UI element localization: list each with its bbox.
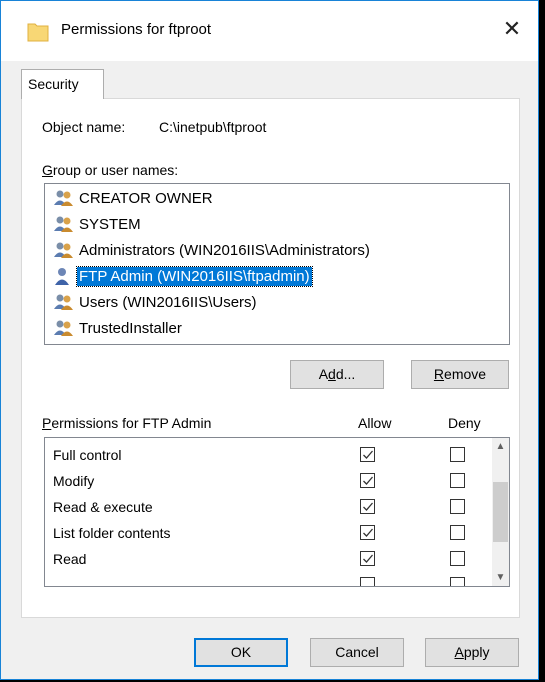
user-item-users[interactable]: Users (WIN2016IIS\Users): [53, 290, 259, 314]
permissions-label: Permissions for FTP Admin: [42, 415, 212, 431]
deny-checkbox[interactable]: [450, 525, 465, 540]
title-bar: Permissions for ftproot ✕: [1, 1, 538, 61]
deny-checkbox[interactable]: [450, 551, 465, 566]
group-icon: [54, 294, 73, 310]
scroll-up-icon[interactable]: ▲: [492, 438, 509, 455]
user-item-trustedinstaller[interactable]: TrustedInstaller: [53, 316, 184, 340]
permission-row-read: Read: [53, 546, 493, 572]
permissions-dialog: Permissions for ftproot ✕ Security Objec…: [0, 0, 539, 680]
permissions-list: Full control Modify Read & execute List …: [44, 437, 510, 587]
permission-row-read-execute: Read & execute: [53, 494, 493, 520]
permission-row-modify: Modify: [53, 468, 493, 494]
users-listbox[interactable]: CREATOR OWNER SYSTEM Administrators (WIN…: [44, 183, 510, 345]
allow-checkbox[interactable]: [360, 551, 375, 566]
permission-row-partial: [53, 572, 493, 586]
user-icon: [55, 268, 69, 285]
tab-security[interactable]: Security: [21, 69, 104, 99]
remove-button[interactable]: Remove: [411, 360, 509, 389]
group-icon: [54, 242, 73, 258]
close-button[interactable]: ✕: [498, 15, 526, 43]
group-icon: [54, 320, 73, 336]
permission-row-list-folder-contents: List folder contents: [53, 520, 493, 546]
deny-checkbox[interactable]: [450, 577, 465, 586]
deny-checkbox[interactable]: [450, 499, 465, 514]
add-button[interactable]: Add...: [290, 360, 384, 389]
allow-checkbox[interactable]: [360, 525, 375, 540]
group-icon: [54, 190, 73, 206]
allow-checkbox[interactable]: [360, 447, 375, 462]
scroll-thumb[interactable]: [493, 482, 508, 542]
deny-checkbox[interactable]: [450, 447, 465, 462]
object-name-label: Object name:: [42, 119, 126, 135]
user-item-ftp-admin[interactable]: FTP Admin (WIN2016IIS\ftpadmin): [53, 264, 313, 288]
permissions-scrollbar[interactable]: ▲ ▼: [492, 438, 509, 586]
allow-checkbox[interactable]: [360, 473, 375, 488]
user-item-creator-owner[interactable]: CREATOR OWNER: [53, 186, 215, 210]
folder-icon: [27, 23, 49, 42]
security-panel: Object name: C:\inetpub\ftproot Group or…: [21, 98, 520, 618]
object-name-value: C:\inetpub\ftproot: [159, 119, 267, 135]
user-item-administrators[interactable]: Administrators (WIN2016IIS\Administrator…: [53, 238, 372, 262]
allow-header: Allow: [358, 415, 392, 431]
window-title: Permissions for ftproot: [61, 21, 212, 38]
user-item-system[interactable]: SYSTEM: [53, 212, 143, 236]
scroll-down-icon[interactable]: ▼: [492, 569, 509, 586]
deny-header: Deny: [448, 415, 481, 431]
apply-button[interactable]: Apply: [425, 638, 519, 667]
users-list-label: Group or user names:: [42, 162, 179, 178]
permission-row-full-control: Full control: [53, 442, 493, 468]
ok-button[interactable]: OK: [194, 638, 288, 667]
allow-checkbox[interactable]: [360, 499, 375, 514]
cancel-button[interactable]: Cancel: [310, 638, 404, 667]
group-icon: [54, 216, 73, 232]
allow-checkbox[interactable]: [360, 577, 375, 586]
deny-checkbox[interactable]: [450, 473, 465, 488]
